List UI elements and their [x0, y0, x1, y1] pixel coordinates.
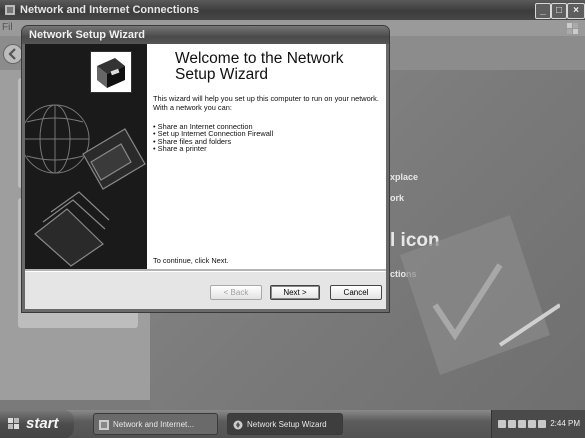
start-button[interactable]: start — [0, 410, 74, 438]
content-text: xplace — [390, 172, 419, 182]
tray-icon[interactable] — [498, 420, 506, 428]
taskbar-item-label: Network Setup Wizard — [247, 420, 327, 429]
start-label: start — [26, 415, 59, 432]
back-arrow-icon — [8, 48, 16, 60]
globe-icon — [25, 104, 90, 174]
taskbar-item-label: Network and Internet... — [113, 420, 194, 429]
wizard-titlebar[interactable]: Network Setup Wizard — [22, 26, 389, 44]
taskbar-item-network-setup-wizard[interactable]: Network Setup Wizard — [227, 413, 343, 435]
tray-icon[interactable] — [518, 420, 526, 428]
tray-icon[interactable] — [538, 420, 546, 428]
explorer-titlebar[interactable]: Network and Internet Connections _ □ × — [0, 0, 585, 20]
wizard-title: Network Setup Wizard — [29, 29, 146, 41]
folder-icon — [34, 191, 110, 267]
minimize-icon: _ — [540, 5, 546, 16]
wizard-network-icon — [233, 420, 243, 430]
maximize-icon: □ — [555, 5, 563, 16]
start-flag-icon — [8, 418, 19, 429]
network-setup-wizard-dialog: Network Setup Wizard Welcome to the Netw… — [22, 26, 389, 312]
wizard-body: Welcome to the Network Setup Wizard This… — [25, 44, 386, 309]
close-button[interactable]: × — [567, 3, 585, 19]
wizard-continue-text: To continue, click Next. — [153, 256, 229, 265]
tray-clock[interactable]: 2:44 PM — [550, 410, 580, 438]
taskbar: start Network and Internet... Network Se… — [0, 410, 585, 438]
wizard-intro-text: This wizard will help you set up this co… — [153, 94, 379, 112]
cancel-button[interactable]: Cancel — [330, 285, 382, 300]
window-app-icon — [5, 5, 15, 15]
back-button[interactable] — [3, 44, 23, 64]
menu-file[interactable]: Fil — [2, 22, 13, 33]
minimize-button[interactable]: _ — [535, 3, 551, 19]
explorer-title: Network and Internet Connections — [20, 4, 200, 16]
wizard-heading: Welcome to the Network Setup Wizard — [175, 50, 344, 83]
network-checkmark-art — [400, 215, 560, 375]
windows-logo-icon — [567, 23, 578, 34]
printer-icon — [82, 128, 146, 190]
back-button-disabled: < Back — [210, 285, 262, 300]
wizard-network-icon — [90, 51, 132, 93]
wizard-divider — [25, 269, 386, 272]
close-icon: × — [573, 5, 579, 16]
taskbar-item-network-connections[interactable]: Network and Internet... — [93, 413, 218, 435]
tray-icon[interactable] — [508, 420, 516, 428]
wizard-feature-list: Share an Internet connection Set up Inte… — [153, 123, 273, 153]
feature-item: Share a printer — [153, 145, 273, 153]
maximize-button[interactable]: □ — [551, 3, 567, 19]
system-tray: 2:44 PM — [491, 410, 585, 438]
wizard-main-panel: Welcome to the Network Setup Wizard — [147, 44, 386, 269]
next-button[interactable]: Next > — [270, 285, 320, 300]
window-app-icon — [99, 420, 109, 430]
tray-icon[interactable] — [528, 420, 536, 428]
